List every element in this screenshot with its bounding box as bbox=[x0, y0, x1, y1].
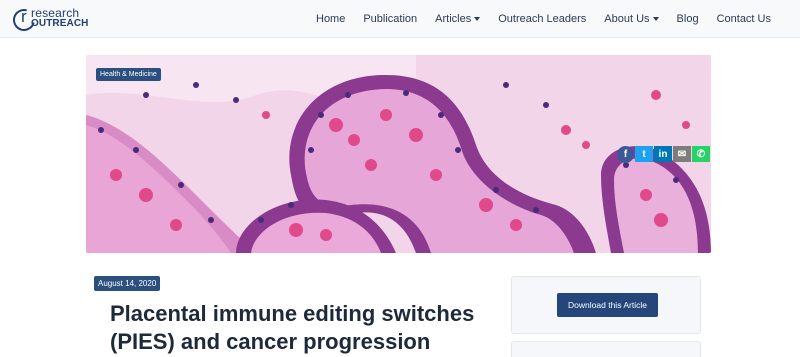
download-article-button[interactable]: Download this Article bbox=[557, 293, 658, 317]
sidebar-panel bbox=[511, 341, 701, 357]
article-date-badge: August 14, 2020 bbox=[94, 276, 161, 291]
twitter-icon[interactable]: t bbox=[635, 146, 653, 162]
main-nav: Home Publication Articles Outreach Leade… bbox=[307, 0, 780, 38]
email-icon[interactable]: ✉ bbox=[673, 146, 691, 162]
nav-articles-label: Articles bbox=[435, 13, 472, 25]
nav-outreach-leaders[interactable]: Outreach Leaders bbox=[489, 0, 595, 38]
facebook-icon[interactable]: f bbox=[617, 146, 634, 163]
nav-publication[interactable]: Publication bbox=[354, 0, 426, 38]
download-panel: Download this Article bbox=[511, 276, 701, 334]
chevron-down-icon bbox=[652, 17, 659, 21]
nav-contact-us[interactable]: Contact Us bbox=[708, 0, 780, 38]
share-bar: f t in ✉ ✆ bbox=[617, 146, 710, 163]
logo-letter: r bbox=[21, 7, 27, 26]
article-title: Placental immune editing switches (PIES)… bbox=[110, 301, 475, 354]
logo-line2: OUTREACH bbox=[31, 18, 89, 29]
nav-about-us[interactable]: About Us bbox=[595, 0, 667, 38]
category-tag[interactable]: Health & Medicine bbox=[96, 68, 161, 81]
site-header: r research OUTREACH Home Publication Art… bbox=[0, 0, 800, 38]
linkedin-icon[interactable]: in bbox=[654, 146, 672, 162]
nav-articles[interactable]: Articles bbox=[426, 0, 489, 38]
nav-home[interactable]: Home bbox=[307, 0, 354, 38]
nav-blog[interactable]: Blog bbox=[668, 0, 708, 38]
nav-about-us-label: About Us bbox=[604, 13, 650, 25]
chevron-down-icon bbox=[474, 17, 481, 21]
whatsapp-icon[interactable]: ✆ bbox=[692, 146, 710, 162]
research-outreach-logo[interactable]: r research OUTREACH bbox=[8, 4, 99, 36]
